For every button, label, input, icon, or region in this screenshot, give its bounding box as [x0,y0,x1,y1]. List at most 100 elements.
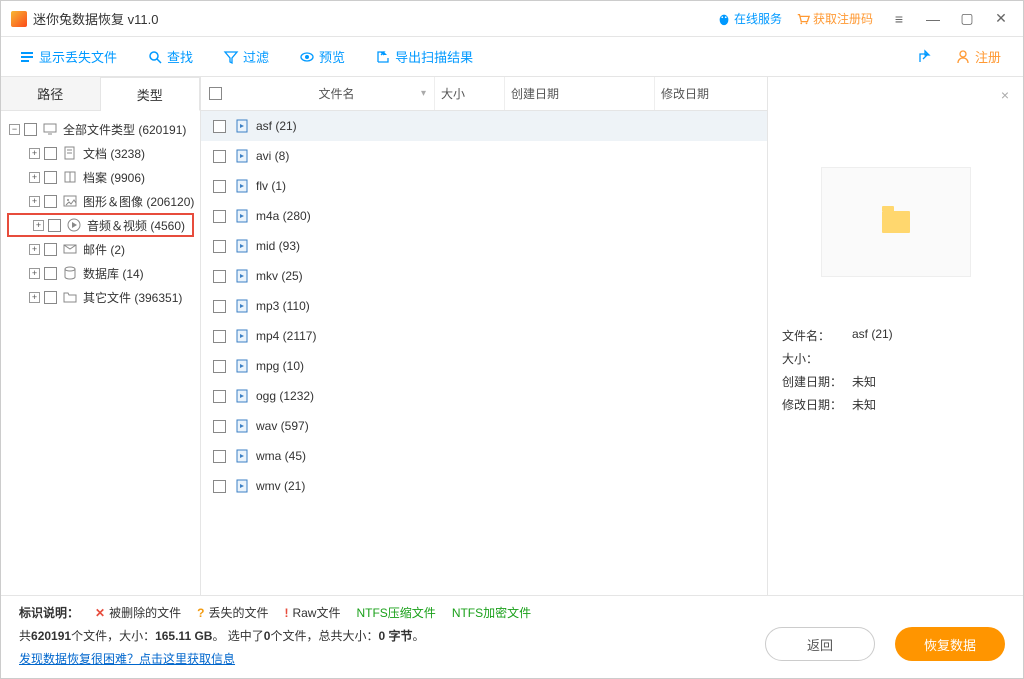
file-row[interactable]: m4a (280) [201,201,767,231]
tree-row-docs[interactable]: 文档 (3238) [5,141,196,165]
media-file-icon [234,388,250,404]
recover-button[interactable]: 恢复数据 [895,627,1005,661]
share-button[interactable] [917,49,937,65]
checkbox[interactable] [44,243,57,256]
file-row[interactable]: mkv (25) [201,261,767,291]
checkbox[interactable] [213,390,226,403]
expand-icon[interactable] [29,196,40,207]
register-label: 注册 [975,47,1001,66]
show-lost-button[interactable]: 显示丢失文件 [19,47,117,66]
eye-icon [299,49,315,65]
filter-label: 过滤 [243,47,269,66]
checkbox[interactable] [44,171,57,184]
export-icon [375,49,391,65]
file-row[interactable]: asf (21) [201,111,767,141]
register-button[interactable]: 注册 [955,47,1001,66]
tree-row-images[interactable]: 图形＆图像 (206120) [5,189,196,213]
get-registration-link[interactable]: 获取注册码 [796,10,873,27]
file-name: mpg (10) [256,359,304,373]
checkbox[interactable] [44,195,57,208]
type-tree: 全部文件类型 (620191) 文档 (3238) 档案 (9906) 图形＆图… [1,111,200,315]
list-icon [19,49,35,65]
file-row[interactable]: avi (8) [201,141,767,171]
column-header-mdate[interactable]: 修改日期 [655,85,767,102]
checkbox[interactable] [213,180,226,193]
file-row[interactable]: ogg (1232) [201,381,767,411]
maximize-button[interactable]: ▢ [955,7,979,31]
meta-size-label: 大小： [782,350,852,367]
export-button[interactable]: 导出扫描结果 [375,47,473,66]
app-icon [11,11,27,27]
checkbox[interactable] [24,123,37,136]
checkbox[interactable] [213,450,226,463]
preview-panel: × 文件名：asf (21) 大小： 创建日期：未知 修改日期：未知 [768,77,1023,595]
menu-icon[interactable]: ≡ [887,7,911,31]
column-header-name[interactable]: 文件名▾ [235,77,435,110]
cart-icon [796,12,810,26]
expand-icon[interactable] [29,148,40,159]
checkbox[interactable] [213,330,226,343]
tree-row-all[interactable]: 全部文件类型 (620191) [5,117,196,141]
file-row[interactable]: wav (597) [201,411,767,441]
checkbox[interactable] [213,480,226,493]
share-icon [917,49,933,65]
online-service-label: 在线服务 [734,10,782,27]
back-button[interactable]: 返回 [765,627,875,661]
checkbox[interactable] [213,120,226,133]
file-name: mp4 (2117) [256,329,316,343]
file-row[interactable]: mpg (10) [201,351,767,381]
tree-row-av[interactable]: 音频＆视频 (4560) [7,213,194,237]
checkbox[interactable] [44,147,57,160]
close-button[interactable]: ✕ [989,7,1013,31]
select-all-checkbox[interactable] [209,87,222,100]
column-header-size[interactable]: 大小 [435,77,505,110]
tree-row-other[interactable]: 其它文件 (396351) [5,285,196,309]
legend-deleted: ✕被删除的文件 [95,604,181,621]
checkbox[interactable] [213,300,226,313]
mail-icon [62,241,78,257]
file-name: mkv (25) [256,269,303,283]
checkbox[interactable] [213,360,226,373]
file-row[interactable]: wma (45) [201,441,767,471]
media-file-icon [234,358,250,374]
checkbox[interactable] [44,267,57,280]
checkbox[interactable] [213,240,226,253]
expand-icon[interactable] [29,172,40,183]
online-service-link[interactable]: 在线服务 [717,10,782,27]
close-preview-button[interactable]: × [1001,87,1009,103]
show-lost-label: 显示丢失文件 [39,47,117,66]
tree-label: 全部文件类型 (620191) [63,121,186,138]
help-link[interactable]: 发现数据恢复很困难？点击这里获取信息 [19,652,235,666]
checkbox[interactable] [213,420,226,433]
checkbox[interactable] [213,150,226,163]
find-button[interactable]: 查找 [147,47,193,66]
file-row[interactable]: mp3 (110) [201,291,767,321]
tab-type[interactable]: 类型 [101,77,201,111]
column-header-cdate[interactable]: 创建日期 [505,77,655,110]
media-file-icon [234,328,250,344]
file-name: avi (8) [256,149,289,163]
tree-row-mail[interactable]: 邮件 (2) [5,237,196,261]
tree-row-db[interactable]: 数据库 (14) [5,261,196,285]
legend-raw: !Raw文件 [284,604,340,621]
expand-icon[interactable] [29,244,40,255]
tree-row-archive[interactable]: 档案 (9906) [5,165,196,189]
checkbox[interactable] [213,270,226,283]
minimize-button[interactable]: — [921,7,945,31]
checkbox[interactable] [44,291,57,304]
file-row[interactable]: mp4 (2117) [201,321,767,351]
expand-icon[interactable] [33,220,44,231]
checkbox[interactable] [213,210,226,223]
checkbox[interactable] [48,219,61,232]
window-title: 迷你兔数据恢复 v11.0 [33,9,158,28]
expand-icon[interactable] [29,292,40,303]
preview-button[interactable]: 预览 [299,47,345,66]
tab-path[interactable]: 路径 [1,77,101,111]
collapse-icon[interactable] [9,124,20,135]
filter-button[interactable]: 过滤 [223,47,269,66]
file-row[interactable]: wmv (21) [201,471,767,501]
file-row[interactable]: mid (93) [201,231,767,261]
file-row[interactable]: flv (1) [201,171,767,201]
expand-icon[interactable] [29,268,40,279]
tree-label: 文档 (3238) [83,145,145,162]
